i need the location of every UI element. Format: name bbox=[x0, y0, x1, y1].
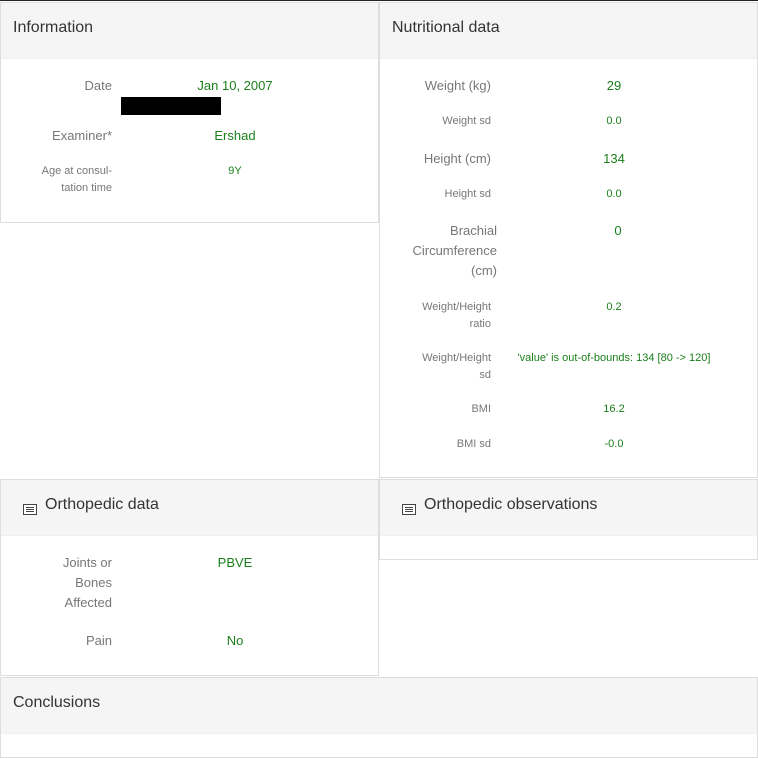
examiner-label: Examiner* bbox=[52, 128, 112, 143]
age-label-line2: tation time bbox=[61, 182, 112, 194]
joints-label-line1: Joints or bbox=[62, 555, 112, 570]
conclusions-panel: Conclusions bbox=[0, 677, 758, 758]
orthopedic-panel: Orthopedic data Joints or Bones Affected… bbox=[0, 479, 379, 676]
date-value[interactable]: Jan 10, 2007 bbox=[121, 76, 349, 96]
wh-sd-label: Weight/Height sd bbox=[380, 350, 491, 384]
age-label: Age at consul- tation time bbox=[1, 163, 112, 197]
observations-header[interactable]: Orthopedic observations bbox=[380, 480, 757, 536]
brachial-label-line2: Circumference bbox=[412, 243, 497, 258]
toggle-panel-icon[interactable] bbox=[23, 504, 37, 515]
nutritional-header: Nutritional data bbox=[380, 3, 757, 59]
bmi-value[interactable]: 16.2 bbox=[500, 401, 728, 418]
information-title: Information bbox=[13, 19, 94, 36]
wh-sd-label-line1: Weight/Height bbox=[422, 352, 491, 364]
height-sd-value[interactable]: 0.0 bbox=[500, 186, 728, 203]
brachial-label: Brachial Circumference (cm) bbox=[380, 221, 497, 281]
wh-sd-value[interactable]: 'value' is out-of-bounds: 134 [80 -> 120… bbox=[500, 350, 728, 367]
conclusions-header: Conclusions bbox=[1, 678, 757, 734]
joints-label-line2: Bones bbox=[75, 575, 112, 590]
weight-sd-label: Weight sd bbox=[442, 115, 491, 127]
toggle-panel-icon[interactable] bbox=[402, 504, 416, 515]
top-border bbox=[0, 0, 758, 1]
orthopedic-title: Orthopedic data bbox=[45, 496, 159, 513]
observations-panel: Orthopedic observations bbox=[379, 479, 758, 560]
brachial-label-line3: (cm) bbox=[471, 263, 497, 278]
height-value[interactable]: 134 bbox=[500, 149, 728, 169]
bmi-sd-value[interactable]: -0.0 bbox=[500, 436, 728, 453]
height-sd-label: Height sd bbox=[444, 188, 491, 200]
wh-ratio-label: Weight/Height ratio bbox=[380, 299, 491, 333]
bmi-sd-label: BMI sd bbox=[456, 438, 491, 450]
age-value[interactable]: 9Y bbox=[121, 163, 349, 180]
brachial-value[interactable]: 0 bbox=[506, 221, 730, 241]
nutritional-title: Nutritional data bbox=[392, 19, 500, 36]
examiner-value[interactable]: Ershad bbox=[121, 126, 349, 146]
joints-label: Joints or Bones Affected bbox=[1, 553, 112, 613]
pain-value[interactable]: No bbox=[121, 631, 349, 651]
joints-label-line3: Affected bbox=[64, 595, 112, 610]
date-label: Date bbox=[84, 78, 112, 93]
pain-label: Pain bbox=[85, 633, 112, 648]
information-header: Information bbox=[1, 3, 378, 59]
information-panel: Information Date Jan 10, 2007 Examiner* … bbox=[0, 2, 379, 223]
orthopedic-header[interactable]: Orthopedic data bbox=[1, 480, 378, 536]
wh-ratio-value[interactable]: 0.2 bbox=[500, 299, 728, 316]
observations-title: Orthopedic observations bbox=[424, 496, 598, 513]
bmi-label: BMI bbox=[471, 403, 491, 415]
age-label-line1: Age at consul- bbox=[41, 165, 112, 177]
height-label: Height (cm) bbox=[423, 151, 491, 166]
wh-sd-label-line2: sd bbox=[479, 369, 491, 381]
wh-ratio-label-line1: Weight/Height bbox=[422, 301, 491, 313]
conclusions-title: Conclusions bbox=[13, 694, 101, 711]
weight-value[interactable]: 29 bbox=[500, 76, 728, 96]
wh-ratio-label-line2: ratio bbox=[469, 318, 491, 330]
nutritional-panel: Nutritional data Weight (kg) 29 Weight s… bbox=[379, 2, 758, 478]
brachial-label-line1: Brachial bbox=[450, 223, 497, 238]
joints-value[interactable]: PBVE bbox=[121, 553, 349, 573]
redacted-box bbox=[121, 97, 221, 115]
weight-label: Weight (kg) bbox=[424, 78, 491, 93]
weight-sd-value[interactable]: 0.0 bbox=[500, 113, 728, 130]
